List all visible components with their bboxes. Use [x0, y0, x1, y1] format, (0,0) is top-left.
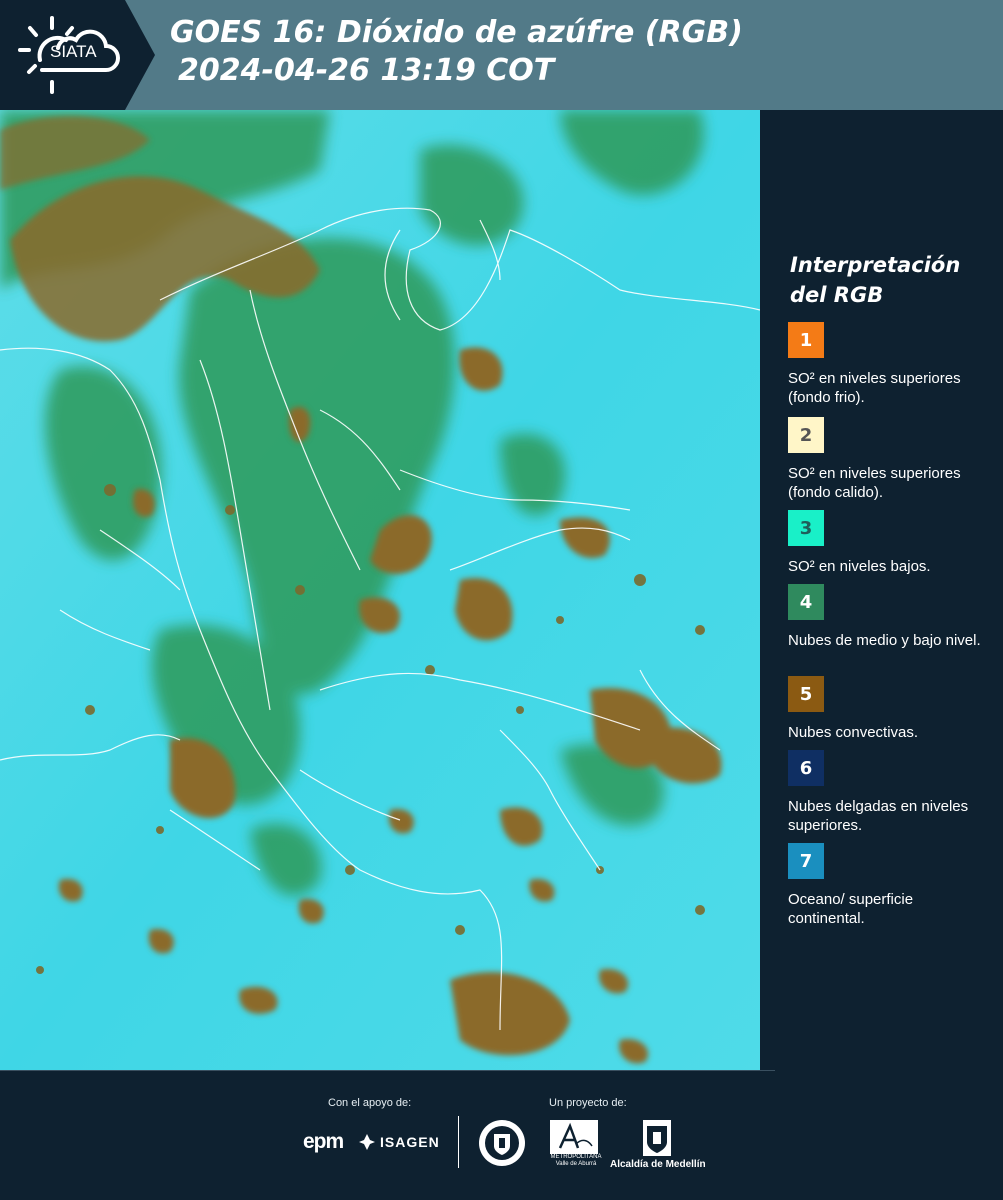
- medellin-seal-icon: [479, 1120, 525, 1166]
- isagen-logo: ISAGEN: [358, 1131, 440, 1153]
- legend-label: SO² en niveles superiores (fondo calido)…: [788, 465, 961, 501]
- page: SIATA GOES 16: Dióxido de azúfre (RGB) 2…: [0, 0, 1003, 1200]
- legend-label: Nubes delgadas en niveles superiores.: [788, 798, 969, 834]
- legend-number: 3: [799, 517, 813, 539]
- project-label: Un proyecto de:: [549, 1097, 627, 1109]
- title-timestamp: 2024-04-26 13:19 COT: [178, 53, 555, 88]
- satellite-image: [0, 110, 760, 1070]
- siata-logo: SIATA: [0, 0, 155, 110]
- legend-swatch: 2: [788, 417, 824, 453]
- footer-vertical-divider: [458, 1116, 459, 1168]
- legend-swatch: 5: [788, 676, 824, 712]
- legend-label: SO² en niveles bajos.: [788, 558, 931, 575]
- satellite-map[interactable]: [0, 110, 760, 1070]
- legend-swatch: 7: [788, 843, 824, 879]
- legend-swatch: 4: [788, 584, 824, 620]
- legend-number: 6: [799, 757, 813, 779]
- legend-label: Nubes de medio y bajo nivel.: [788, 632, 981, 649]
- legend-item-7: 7 Oceano/ superficie continental.: [788, 843, 998, 928]
- title-product: GOES 16: Dióxido de azúfre (RGB): [170, 15, 743, 50]
- alcaldia-shield-icon: [643, 1120, 671, 1156]
- page-title: GOES 16: Dióxido de azúfre (RGB) 2024-04…: [170, 14, 743, 90]
- legend-item-6: 6 Nubes delgadas en niveles superiores.: [788, 750, 998, 835]
- alcaldia-label: Alcaldía de Medellín: [610, 1159, 706, 1170]
- legend-item-5: 5 Nubes convectivas.: [788, 676, 998, 742]
- siata-logo-text: SIATA: [50, 42, 97, 61]
- legend-number: 7: [799, 850, 813, 872]
- legend-swatch: 3: [788, 510, 824, 546]
- legend-label: Nubes convectivas.: [788, 724, 919, 741]
- legend-title: Interpretación del RGB: [790, 253, 961, 307]
- legend-number: 5: [799, 683, 813, 705]
- legend-number: 2: [799, 424, 813, 446]
- epm-logo: epm: [303, 1130, 344, 1153]
- area-metropolitana-label: METROPOLITANA Valle de Aburrá: [550, 1154, 602, 1167]
- legend-label: Oceano/ superficie continental.: [788, 891, 914, 927]
- legend-item-4: 4 Nubes de medio y bajo nivel.: [788, 584, 998, 650]
- support-label: Con el apoyo de:: [328, 1097, 412, 1109]
- legend-swatch: 1: [788, 322, 824, 358]
- legend-item-1: 1 SO² en niveles superiores (fondo frio)…: [788, 322, 998, 407]
- header-bar: SIATA GOES 16: Dióxido de azúfre (RGB) 2…: [0, 0, 1003, 110]
- legend-swatch: 6: [788, 750, 824, 786]
- legend-number: 4: [799, 591, 813, 613]
- legend-item-3: 3 SO² en niveles bajos.: [788, 510, 998, 576]
- legend-number: 1: [799, 329, 813, 351]
- legend-panel: Interpretación del RGB 1 SO² en niveles …: [768, 110, 1003, 1070]
- isagen-mark-icon: [359, 1134, 375, 1150]
- legend-item-2: 2 SO² en niveles superiores (fondo calid…: [788, 417, 998, 502]
- footer-bar: Con el apoyo de: Un proyecto de: epm ISA…: [0, 1070, 1003, 1200]
- footer-divider: [0, 1070, 775, 1071]
- legend-label: SO² en niveles superiores (fondo frio).: [788, 370, 961, 406]
- isagen-logo-text: ISAGEN: [380, 1134, 440, 1150]
